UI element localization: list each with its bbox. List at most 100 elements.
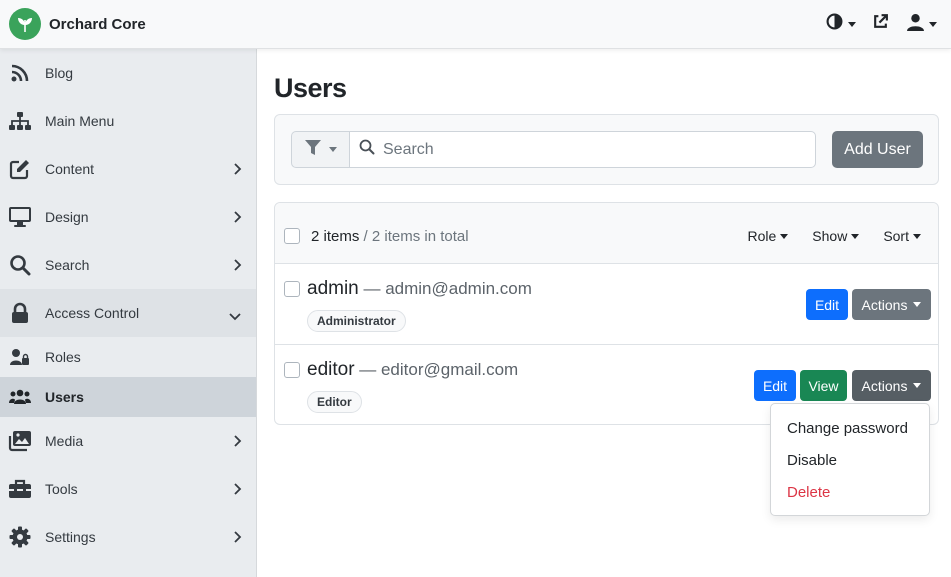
sidebar-item-label: Settings <box>45 529 96 545</box>
users-icon <box>9 386 31 408</box>
sidebar-item-users[interactable]: Users <box>0 377 256 417</box>
chevron-down-icon <box>929 21 937 27</box>
actions-dropdown-button[interactable]: Actions <box>852 370 931 401</box>
sidebar-item-blog[interactable]: Blog <box>0 49 256 97</box>
row-checkbox[interactable] <box>284 362 300 378</box>
sidebar-item-label: Content <box>45 161 95 177</box>
actions-dropdown-button[interactable]: Actions <box>852 289 931 320</box>
username: editor <box>307 359 355 380</box>
role-badge: Administrator <box>307 310 406 332</box>
chevron-down-icon <box>913 233 921 239</box>
change-password-menu-item[interactable]: Change password <box>771 412 929 444</box>
search-icon <box>7 252 33 278</box>
images-icon <box>7 428 33 454</box>
monitor-icon <box>7 204 33 230</box>
row-checkbox[interactable] <box>284 281 300 297</box>
chevron-down-icon <box>913 383 922 388</box>
sidebar-item-tools[interactable]: Tools <box>0 465 256 513</box>
sidebar-item-label: Users <box>45 389 84 405</box>
list-header: 2 items / 2 items in total Role Show Sor… <box>275 203 938 264</box>
theme-toggle-button[interactable] <box>826 12 856 36</box>
sidebar-item-search[interactable]: Search <box>0 241 256 289</box>
user-menu-button[interactable] <box>907 12 937 36</box>
sidebar-item-label: Blog <box>45 65 74 81</box>
sidebar-item-roles[interactable]: Roles <box>0 337 256 377</box>
items-count: 2 items / 2 items in total <box>311 228 469 245</box>
sidebar-item-content[interactable]: Content <box>0 145 256 193</box>
users-list: 2 items / 2 items in total Role Show Sor… <box>274 202 939 425</box>
chevron-right-icon <box>233 258 242 275</box>
chevron-right-icon <box>233 210 242 227</box>
brand-name: Orchard Core <box>49 15 146 33</box>
chevron-down-icon <box>780 233 789 239</box>
actions-label: Actions <box>861 296 908 313</box>
sidebar-item-label: Roles <box>45 349 81 365</box>
toolbox-icon <box>7 476 33 502</box>
edit-icon <box>7 156 33 182</box>
table-row: admin — admin@admin.com Administrator Ed… <box>275 264 938 345</box>
role-filter-dropdown[interactable]: Role <box>747 228 789 244</box>
actions-label: Actions <box>861 377 908 394</box>
sidebar-item-access-control[interactable]: Access Control <box>0 289 256 337</box>
filter-icon <box>304 139 321 160</box>
sidebar-item-design[interactable]: Design <box>0 193 256 241</box>
external-link-icon <box>872 13 889 35</box>
chevron-right-icon <box>233 530 242 547</box>
sort-dropdown[interactable]: Sort <box>883 228 921 244</box>
user-title: editor — editor@gmail.com <box>307 359 518 381</box>
show-filter-label: Show <box>812 228 848 244</box>
sidebar-item-label: Design <box>45 209 89 225</box>
selected-count: 2 items <box>311 228 360 245</box>
chevron-down-icon <box>913 302 922 307</box>
sidebar-item-settings[interactable]: Settings <box>0 513 256 561</box>
chevron-down-icon <box>848 21 856 27</box>
filter-card: Add User <box>274 114 939 185</box>
chevron-right-icon <box>233 482 242 499</box>
chevron-down-icon <box>851 233 860 239</box>
sidebar-item-label: Access Control <box>45 305 140 321</box>
role-filter-label: Role <box>747 228 777 244</box>
disable-menu-item[interactable]: Disable <box>771 444 929 476</box>
sort-label: Sort <box>883 228 909 244</box>
role-badge: Editor <box>307 391 362 413</box>
user-icon <box>907 13 924 36</box>
search-field <box>349 131 816 168</box>
gear-icon <box>7 524 33 550</box>
sidebar-item-main-menu[interactable]: Main Menu <box>0 97 256 145</box>
search-input[interactable] <box>383 140 783 159</box>
user-lock-icon <box>9 346 31 368</box>
delete-menu-item[interactable]: Delete <box>771 476 929 508</box>
user-email: — admin@admin.com <box>358 279 532 298</box>
orchard-logo-icon <box>9 8 41 40</box>
total-count: / 2 items in total <box>359 228 469 245</box>
lock-icon <box>7 300 33 326</box>
edit-button[interactable]: Edit <box>754 370 796 401</box>
top-navbar: Orchard Core <box>0 0 951 49</box>
sidebar-item-label: Search <box>45 257 90 273</box>
username: admin <box>307 278 359 299</box>
chevron-down-icon <box>328 147 337 152</box>
edit-button[interactable]: Edit <box>806 289 848 320</box>
theme-toggle-icon <box>826 13 843 35</box>
view-button[interactable]: View <box>800 370 847 401</box>
sitemap-icon <box>7 108 33 134</box>
actions-dropdown-menu: Change password Disable Delete <box>770 403 930 516</box>
user-title: admin — admin@admin.com <box>307 278 532 300</box>
chevron-right-icon <box>233 162 242 179</box>
sidebar-item-label: Tools <box>45 481 78 497</box>
user-email: — editor@gmail.com <box>354 360 519 379</box>
sidebar: Blog Main Menu Content Design Search Acc… <box>0 49 257 577</box>
rss-icon <box>7 60 33 86</box>
chevron-right-icon <box>233 434 242 451</box>
filter-dropdown-button[interactable] <box>291 131 349 168</box>
chevron-down-icon <box>228 308 242 324</box>
page-title: Users <box>274 73 347 103</box>
view-site-button[interactable] <box>872 12 889 36</box>
sidebar-item-label: Main Menu <box>45 113 115 129</box>
sidebar-item-media[interactable]: Media <box>0 417 256 465</box>
show-filter-dropdown[interactable]: Show <box>812 228 860 244</box>
select-all-checkbox[interactable] <box>284 228 300 244</box>
sidebar-item-label: Media <box>45 433 84 449</box>
add-user-button[interactable]: Add User <box>832 131 923 168</box>
brand[interactable]: Orchard Core <box>9 8 146 40</box>
